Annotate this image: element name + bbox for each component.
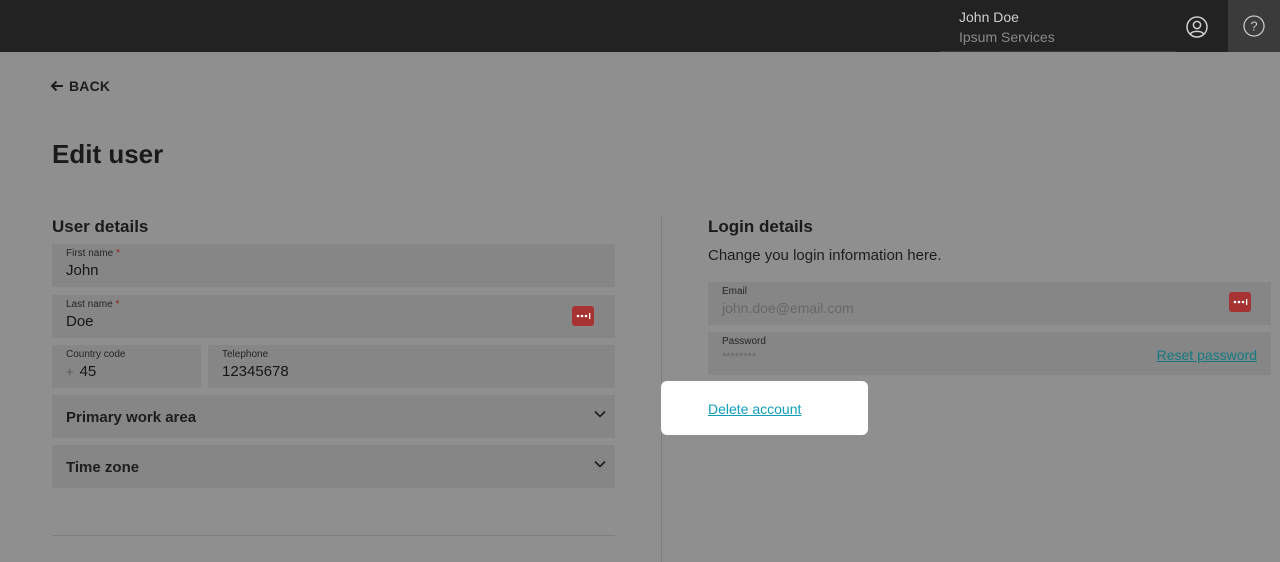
help-circle-icon: ? xyxy=(1243,15,1265,37)
svg-text:?: ? xyxy=(1250,19,1257,34)
section-divider xyxy=(52,535,615,536)
email-field[interactable]: Email john.doe@email.com xyxy=(708,282,1271,325)
password-manager-icon[interactable] xyxy=(1229,292,1251,312)
password-manager-icon[interactable] xyxy=(572,306,594,326)
primary-work-area-label: Primary work area xyxy=(66,409,197,426)
back-label: BACK xyxy=(69,78,111,94)
country-code-label: Country code xyxy=(66,349,126,360)
email-placeholder: john.doe@email.com xyxy=(722,300,854,316)
telephone-label: Telephone xyxy=(222,349,269,360)
delete-account-link[interactable]: Delete account xyxy=(708,401,801,417)
login-details-title: Login details xyxy=(708,217,813,236)
telephone-field[interactable]: Telephone 12345678 xyxy=(208,345,615,388)
reset-password-link[interactable]: Reset password xyxy=(1157,347,1257,363)
account-switcher[interactable]: John Doe Ipsum Services xyxy=(940,0,1176,52)
password-field[interactable]: Password ******** Reset password xyxy=(708,332,1271,375)
first-name-field[interactable]: First name * John xyxy=(52,244,615,287)
last-name-label: Last name * xyxy=(66,299,120,310)
login-details-subtitle: Change you login information here. xyxy=(708,247,942,264)
time-zone-select[interactable]: Time zone xyxy=(52,445,615,488)
first-name-label: First name * xyxy=(66,248,120,259)
password-value: ******** xyxy=(722,351,757,363)
delete-account-card: Delete account xyxy=(661,381,868,435)
last-name-field[interactable]: Last name * Doe xyxy=(52,295,615,338)
user-name: John Doe xyxy=(959,9,1019,25)
chevron-down-icon xyxy=(594,460,606,468)
arrow-left-icon xyxy=(50,80,63,92)
user-details-title: User details xyxy=(52,217,149,236)
chevron-down-icon xyxy=(594,410,606,418)
first-name-value: John xyxy=(66,262,99,279)
country-code-field[interactable]: Country code +45 xyxy=(52,345,201,388)
page-title: Edit user xyxy=(52,139,164,169)
primary-work-area-select[interactable]: Primary work area xyxy=(52,395,615,438)
time-zone-label: Time zone xyxy=(66,459,140,476)
user-circle-icon[interactable] xyxy=(1186,16,1208,38)
help-button[interactable]: ? xyxy=(1228,0,1280,52)
country-code-value: +45 xyxy=(66,363,97,380)
back-link[interactable]: BACK xyxy=(50,77,110,95)
email-label: Email xyxy=(722,286,748,297)
telephone-value: 12345678 xyxy=(222,363,289,380)
company-name: Ipsum Services xyxy=(959,29,1055,45)
password-label: Password xyxy=(722,336,766,347)
last-name-value: Doe xyxy=(66,313,94,330)
